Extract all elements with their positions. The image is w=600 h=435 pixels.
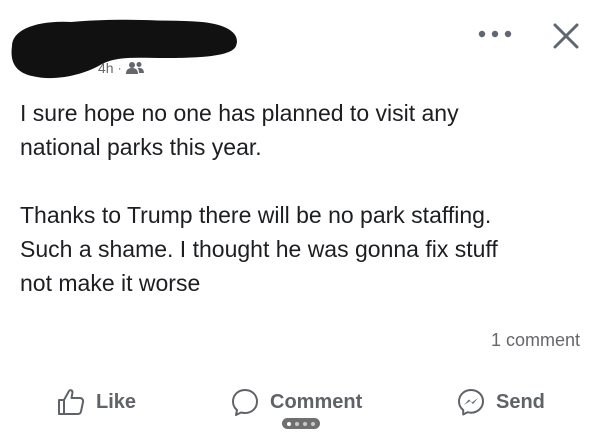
like-button[interactable]: Like (56, 380, 136, 424)
more-options-icon (478, 30, 512, 38)
meta-separator: · (117, 61, 122, 75)
post-timestamp[interactable]: 4h (98, 60, 114, 76)
indicator-dot (295, 421, 299, 426)
more-options-button[interactable] (472, 22, 518, 46)
post-meta: 4h · (98, 60, 144, 76)
post-body: I sure hope no one has planned to visit … (20, 96, 588, 300)
send-label: Send (496, 390, 545, 413)
page-scroll-indicator (282, 418, 320, 429)
close-icon (553, 23, 579, 49)
thumbs-up-icon (58, 389, 85, 415)
messenger-icon (458, 389, 484, 416)
indicator-dot (303, 421, 307, 426)
send-button[interactable]: Send (456, 380, 545, 424)
like-label: Like (96, 390, 137, 413)
post-paragraph: I sure hope no one has planned to visit … (20, 100, 459, 160)
friends-icon (125, 61, 144, 75)
close-button[interactable] (548, 18, 584, 54)
comment-label: Comment (270, 390, 363, 413)
indicator-dot (311, 421, 315, 426)
indicator-dot (287, 421, 291, 426)
post-paragraph: Thanks to Trump there will be no park st… (20, 202, 498, 296)
comment-count-link[interactable]: 1 comment (491, 330, 580, 351)
comment-bubble-icon (232, 389, 258, 416)
